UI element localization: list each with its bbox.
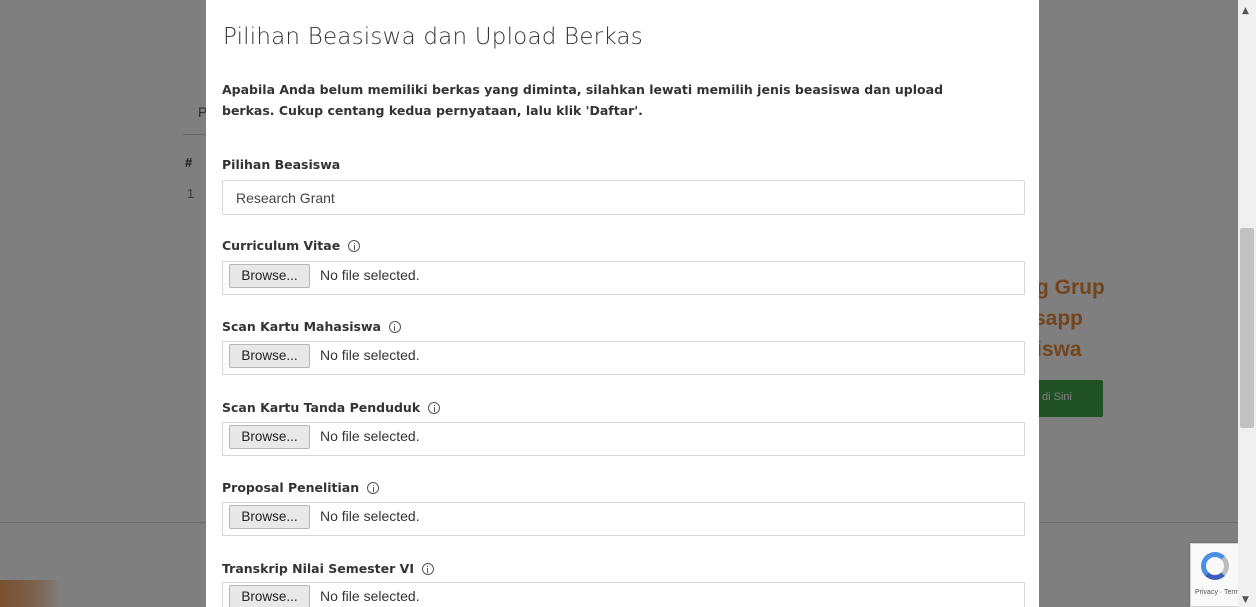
browse-button[interactable]: Browse... xyxy=(229,264,310,288)
upload-label-text: Transkrip Nilai Semester VI xyxy=(222,561,414,576)
file-input-scan-ktp[interactable]: Browse... No file selected. xyxy=(222,422,1025,456)
scroll-down-icon[interactable]: ▼ xyxy=(1242,595,1249,605)
upload-label-curriculum-vitae: Curriculum Vitae xyxy=(222,238,361,253)
upload-label-text: Curriculum Vitae xyxy=(222,238,341,253)
browse-button[interactable]: Browse... xyxy=(229,344,310,368)
info-icon[interactable] xyxy=(388,320,401,333)
recaptcha-logo-icon xyxy=(1201,552,1229,580)
info-icon[interactable] xyxy=(367,481,380,494)
upload-label-proposal-penelitian: Proposal Penelitian xyxy=(222,480,380,495)
scroll-thumb[interactable] xyxy=(1240,228,1254,428)
info-icon[interactable] xyxy=(428,401,441,414)
recaptcha-links[interactable]: Privacy · Terms xyxy=(1195,589,1243,596)
info-icon[interactable] xyxy=(348,239,361,252)
scholarship-label: Pilihan Beasiswa xyxy=(222,157,340,172)
info-icon[interactable] xyxy=(421,562,434,575)
upload-label-scan-ktp: Scan Kartu Tanda Penduduk xyxy=(222,400,441,415)
file-status: No file selected. xyxy=(320,428,420,444)
file-status: No file selected. xyxy=(320,588,420,604)
upload-modal: Pilihan Beasiswa dan Upload Berkas Apabi… xyxy=(206,0,1039,607)
upload-label-transkrip-nilai: Transkrip Nilai Semester VI xyxy=(222,561,434,576)
file-input-scan-kartu-mahasiswa[interactable]: Browse... No file selected. xyxy=(222,341,1025,375)
page-scrollbar[interactable]: ▲ ▼ xyxy=(1238,0,1256,607)
upload-label-text: Proposal Penelitian xyxy=(222,480,360,495)
scroll-up-icon[interactable]: ▲ xyxy=(1242,6,1249,16)
file-status: No file selected. xyxy=(320,347,420,363)
scholarship-label-text: Pilihan Beasiswa xyxy=(222,157,341,172)
upload-label-text: Scan Kartu Tanda Penduduk xyxy=(222,400,421,415)
browse-button[interactable]: Browse... xyxy=(229,505,310,529)
modal-intro-text: Apabila Anda belum memiliki berkas yang … xyxy=(222,82,944,118)
modal-title: Pilihan Beasiswa dan Upload Berkas xyxy=(223,24,643,50)
file-input-transkrip-nilai[interactable]: Browse... No file selected. xyxy=(222,582,1025,607)
scholarship-selected-value: Research Grant xyxy=(236,190,335,206)
browse-button[interactable]: Browse... xyxy=(229,585,310,607)
file-input-proposal-penelitian[interactable]: Browse... No file selected. xyxy=(222,502,1025,536)
file-input-curriculum-vitae[interactable]: Browse... No file selected. xyxy=(222,261,1025,295)
file-status: No file selected. xyxy=(320,267,420,283)
upload-label-text: Scan Kartu Mahasiswa xyxy=(222,319,381,334)
file-status: No file selected. xyxy=(320,508,420,524)
scholarship-select[interactable]: Research Grant xyxy=(222,180,1025,215)
recaptcha-badge[interactable]: Privacy · Terms xyxy=(1190,543,1243,607)
upload-label-scan-kartu-mahasiswa: Scan Kartu Mahasiswa xyxy=(222,319,401,334)
browse-button[interactable]: Browse... xyxy=(229,425,310,449)
